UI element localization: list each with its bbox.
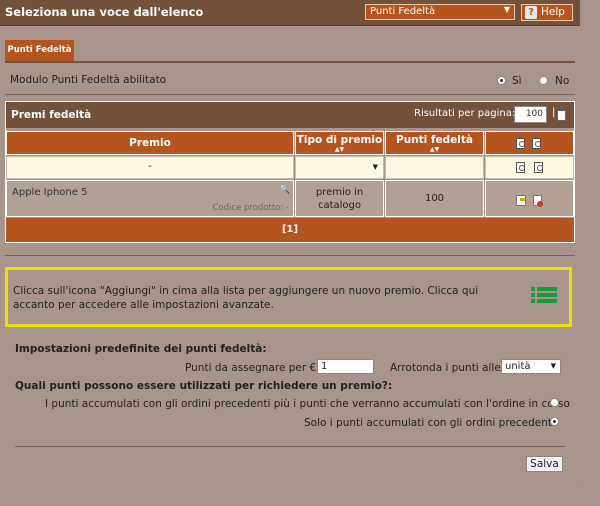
separator-pipe: |	[552, 107, 556, 118]
option-previous-points-radio[interactable]	[550, 417, 559, 426]
rewards-table-header: Premi fedeltà Risultati per pagina: 100 …	[6, 102, 574, 128]
points-per-euro-input[interactable]: 1	[317, 359, 374, 374]
module-enabled-no-radio[interactable]	[539, 76, 548, 85]
column-header-punti[interactable]: Punti fedeltà ▲▼	[385, 131, 484, 155]
column-header-punti-label: Punti fedeltà	[396, 134, 473, 146]
search-icon[interactable]: 🔍	[279, 185, 290, 195]
sort-arrows-icon[interactable]: ▲▼	[296, 147, 383, 153]
results-per-page-input[interactable]: 100	[514, 106, 547, 123]
option-all-points-label: I punti accumulati con gli ordini preced…	[45, 398, 570, 410]
header-title: Seleziona una voce dall'elenco	[5, 5, 204, 19]
section-select[interactable]: Punti Fedeltà ▼	[365, 4, 515, 20]
info-box: Clicca sull'icona "Aggiungi" in cima all…	[5, 267, 572, 327]
filter-punti-input[interactable]	[385, 156, 484, 179]
round-select[interactable]: unità ▼	[501, 359, 561, 374]
round-select-value: unità	[505, 361, 531, 372]
rewards-table-title: Premi fedeltà	[11, 109, 92, 121]
module-enabled-row: Modulo Punti Fedeltà abilitato Sì No	[5, 67, 575, 93]
column-header-premio[interactable]: Premio	[6, 131, 294, 155]
header-bar: Seleziona una voce dall'elenco Punti Fed…	[0, 0, 580, 26]
dropdown-caret-icon: ▼	[503, 5, 510, 14]
product-code-label: Codice prodotto: -	[212, 203, 290, 213]
divider	[15, 446, 565, 447]
column-header-actions	[485, 131, 574, 155]
column-header-premio-label: Premio	[129, 137, 171, 149]
column-header-tipo-label: Tipo di premio	[296, 134, 383, 146]
module-enabled-yes-radio[interactable]	[497, 76, 506, 85]
divider	[5, 255, 575, 256]
edit-icon[interactable]	[516, 195, 526, 206]
settings-panel: Impostazioni predefinite dei punti fedel…	[5, 337, 575, 477]
page: Seleziona una voce dall'elenco Punti Fed…	[0, 0, 580, 488]
table-row[interactable]: Apple Iphone 5 🔍 Codice prodotto: -	[6, 180, 294, 217]
copy-icon[interactable]	[516, 162, 525, 173]
module-enabled-label: Modulo Punti Fedeltà abilitato	[10, 74, 167, 86]
results-per-page-label: Risultati per pagina:	[414, 108, 516, 119]
info-text: Clicca sull'icona "Aggiungi" in cima all…	[13, 285, 479, 311]
reward-name: Apple Iphone 5	[12, 187, 88, 198]
filter-tipo-select[interactable]: ▼	[295, 156, 384, 179]
reward-points: 100	[385, 180, 484, 217]
copy-icon[interactable]	[534, 162, 543, 173]
copy-icon[interactable]	[516, 138, 525, 149]
copy-icon[interactable]	[532, 138, 541, 149]
help-button[interactable]: ? Help	[521, 4, 573, 21]
dropdown-caret-icon: ▼	[550, 362, 556, 370]
save-button[interactable]: Salva	[526, 456, 563, 472]
filter-actions	[485, 156, 574, 179]
option-all-points-radio[interactable]	[550, 398, 559, 407]
module-enabled-no-label: No	[555, 75, 570, 87]
points-question: Quali punti possono essere utilizzati pe…	[15, 380, 393, 392]
dropdown-caret-icon: ▼	[372, 163, 378, 171]
delete-icon[interactable]	[533, 195, 543, 207]
row-actions	[485, 180, 574, 217]
pagination[interactable]: [1]	[6, 218, 574, 242]
filter-premio[interactable]: -	[6, 156, 294, 179]
option-previous-points-label: Solo i punti accumulati con gli ordini p…	[304, 417, 555, 429]
tab-punti-fedelta[interactable]: Punti Fedeltà	[5, 40, 74, 61]
section-select-value: Punti Fedeltà	[370, 6, 436, 17]
rewards-table: Premi fedeltà Risultati per pagina: 100 …	[5, 101, 575, 243]
points-per-euro-label: Punti da assegnare per €:	[185, 362, 320, 374]
column-header-tipo[interactable]: Tipo di premio ▲▼	[295, 131, 384, 155]
module-enabled-yes-label: Sì	[512, 75, 522, 87]
list-icon[interactable]	[531, 284, 557, 306]
divider	[5, 94, 575, 95]
help-label: Help	[541, 6, 565, 18]
reward-type: premio in catalogo	[295, 180, 384, 217]
tab-underline	[5, 61, 575, 63]
round-label: Arrotonda i punti alle:	[390, 362, 505, 374]
settings-heading: Impostazioni predefinite dei punti fedel…	[15, 343, 267, 355]
table-options-icon[interactable]	[557, 110, 566, 121]
sort-arrows-icon[interactable]: ▲▼	[386, 147, 483, 153]
help-icon: ?	[525, 6, 537, 19]
